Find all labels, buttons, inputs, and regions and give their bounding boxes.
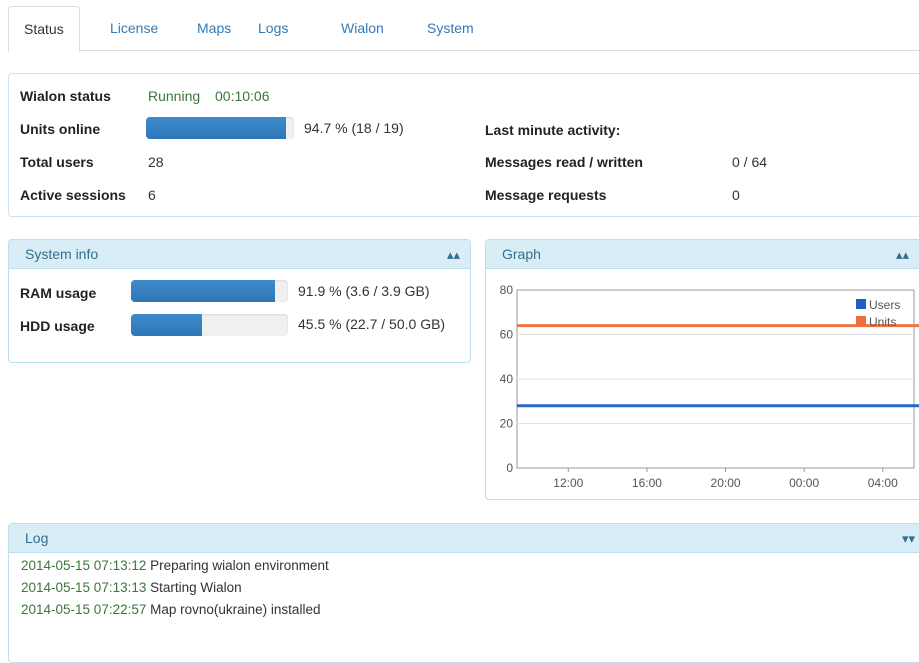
message-requests-label: Message requests	[485, 187, 607, 203]
y-tick-label: 80	[500, 283, 514, 297]
wialon-status-value: Running	[148, 88, 201, 104]
log-entry: 2014-05-15 07:13:12 Preparing wialon env…	[21, 558, 329, 573]
legend-swatch-users	[856, 299, 866, 309]
log-timestamp: 2014-05-15 07:22:57	[21, 602, 147, 617]
legend-label-units: Units	[869, 315, 896, 329]
ram-usage-progress-fill	[131, 280, 276, 302]
total-users-value: 28	[148, 154, 164, 170]
system-info-title: System info	[25, 246, 99, 262]
wialon-status-label: Wialon status	[20, 88, 111, 104]
tab-logs[interactable]: Logs	[243, 6, 303, 51]
messages-rw-label: Messages read / written	[485, 154, 643, 170]
total-users-label: Total users	[20, 154, 94, 170]
legend-swatch-units	[856, 316, 866, 326]
messages-rw-value: 0 / 64	[732, 154, 768, 170]
log-message: Map rovno(ukraine) installed	[150, 602, 321, 617]
system-info-panel: System info ▴▴ RAM usage 91.9 % (3.6 / 3…	[8, 239, 471, 363]
hdd-usage-progress-fill	[131, 314, 203, 336]
tab-bar: Status License Maps Logs Wialon System	[8, 6, 919, 52]
chevron-double-up-icon[interactable]: ▴▴	[896, 240, 909, 269]
ram-usage-label: RAM usage	[20, 285, 97, 301]
status-panel: Wialon status Running 00:10:06 Units onl…	[8, 73, 919, 217]
x-tick-label: 00:00	[789, 476, 819, 490]
tab-wialon[interactable]: Wialon	[326, 6, 399, 51]
log-panel: Log ▾▾ 2014-05-15 07:13:12 Preparing wia…	[8, 523, 919, 663]
tab-status[interactable]: Status	[8, 6, 80, 52]
tab-license[interactable]: License	[95, 6, 173, 51]
graph-panel: Graph ▴▴ 0 20 40 60 80 12:00 16:00 20:00 00:00 04…	[485, 239, 919, 500]
ram-usage-progress	[131, 280, 288, 302]
legend-label-users: Users	[869, 298, 900, 312]
x-tick-label: 20:00	[711, 476, 741, 490]
tab-maps[interactable]: Maps	[182, 6, 246, 51]
x-tick-label: 12:00	[553, 476, 583, 490]
chevron-double-up-icon[interactable]: ▴▴	[447, 240, 460, 269]
log-title: Log	[25, 530, 49, 546]
x-tick-label: 16:00	[632, 476, 662, 490]
log-timestamp: 2014-05-15 07:13:13	[21, 580, 147, 595]
units-online-progress	[146, 117, 294, 139]
graph-header[interactable]: Graph ▴▴	[486, 240, 919, 269]
graph-chart: 0 20 40 60 80 12:00 16:00 20:00 00:00 04:00 Users U…	[500, 283, 919, 490]
x-tick-label: 04:00	[868, 476, 898, 490]
units-online-value: 94.7 % (18 / 19)	[304, 120, 404, 136]
message-requests-value: 0	[732, 187, 740, 203]
y-tick-label: 0	[506, 461, 513, 475]
log-header[interactable]: Log ▾▾	[9, 524, 919, 553]
active-sessions-label: Active sessions	[20, 187, 126, 203]
hdd-usage-progress	[131, 314, 288, 336]
ram-usage-value: 91.9 % (3.6 / 3.9 GB)	[298, 283, 430, 299]
last-minute-activity-label: Last minute activity:	[485, 122, 621, 138]
log-timestamp: 2014-05-15 07:13:12	[21, 558, 147, 573]
hdd-usage-value: 45.5 % (22.7 / 50.0 GB)	[298, 316, 446, 332]
system-info-header[interactable]: System info ▴▴	[9, 240, 470, 269]
units-online-label: Units online	[20, 121, 101, 137]
hdd-usage-label: HDD usage	[20, 318, 95, 334]
uptime-value: 00:10:06	[215, 88, 270, 104]
y-tick-label: 60	[500, 328, 514, 342]
units-online-progress-fill	[146, 117, 287, 139]
log-message: Starting Wialon	[150, 580, 242, 595]
log-entry: 2014-05-15 07:13:13 Starting Wialon	[21, 580, 242, 595]
log-message: Preparing wialon environment	[150, 558, 329, 573]
graph-title: Graph	[502, 246, 541, 262]
active-sessions-value: 6	[148, 187, 156, 203]
tab-system[interactable]: System	[412, 6, 489, 51]
y-tick-label: 20	[500, 417, 514, 431]
chevron-double-down-icon[interactable]: ▾▾	[902, 524, 915, 553]
y-tick-label: 40	[500, 372, 514, 386]
log-entry: 2014-05-15 07:22:57 Map rovno(ukraine) i…	[21, 602, 320, 617]
